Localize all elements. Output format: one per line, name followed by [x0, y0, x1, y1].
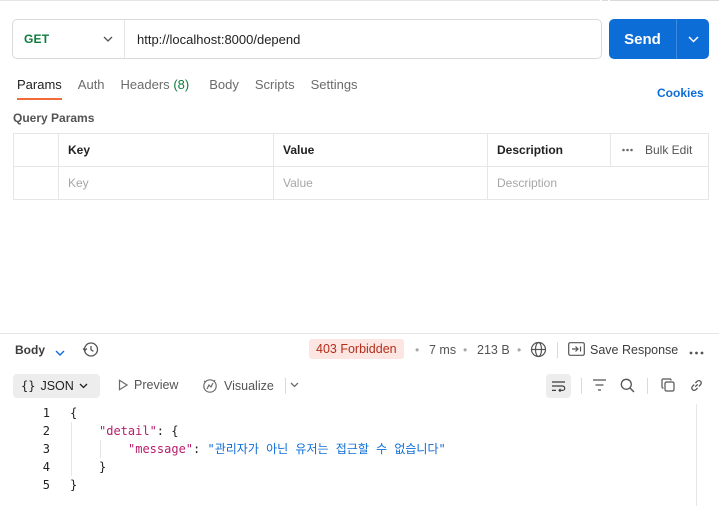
- code-line: 2 "detail": {: [0, 422, 697, 440]
- line-number: 1: [42, 406, 50, 420]
- table-header-description: Description: [487, 133, 611, 167]
- code-text: }: [70, 478, 78, 492]
- response-time[interactable]: 7 ms: [429, 343, 456, 357]
- status-badge[interactable]: 403 Forbidden: [309, 339, 404, 359]
- line-number: 5: [42, 478, 50, 492]
- key-input[interactable]: Key: [58, 166, 274, 200]
- query-params-table: Key Value Description Bulk Edit Key Valu…: [13, 133, 709, 200]
- chevron-down-icon: [102, 33, 114, 45]
- method-label: GET: [24, 32, 50, 46]
- send-button-group: Send: [609, 19, 709, 59]
- format-selector[interactable]: {} JSON: [13, 374, 100, 398]
- separator-dot: •: [415, 343, 420, 357]
- toolbar-separator: [647, 378, 648, 394]
- format-label: JSON: [40, 379, 74, 393]
- json-punct: : {: [156, 424, 179, 438]
- link-icon[interactable]: [689, 378, 704, 396]
- method-selector[interactable]: GET: [13, 20, 125, 58]
- visualize-icon: [203, 379, 217, 393]
- code-line: 3 "message": "관리자가 아닌 유저는 접근할 수 없습니다": [0, 440, 697, 458]
- top-border: [0, 0, 719, 6]
- line-number: 4: [42, 460, 50, 474]
- wrap-lines-icon: [552, 381, 566, 392]
- cookies-link[interactable]: Cookies: [657, 86, 704, 100]
- line-number: 3: [42, 442, 50, 456]
- search-icon[interactable]: [620, 378, 635, 396]
- chevron-down-icon: [79, 383, 88, 389]
- tab-headers-label: Headers: [120, 77, 170, 92]
- more-options-icon[interactable]: [689, 342, 704, 358]
- line-number: 2: [42, 424, 50, 438]
- response-size[interactable]: 213 B: [477, 343, 510, 357]
- separator-dot: •: [517, 343, 522, 357]
- query-params-title: Query Params: [13, 111, 95, 125]
- separator-dot: •: [463, 343, 468, 357]
- table-header-key: Key: [58, 133, 274, 167]
- toolbar-separator: [285, 378, 286, 394]
- preview-label: Preview: [134, 378, 179, 392]
- filter-icon[interactable]: [592, 378, 607, 395]
- history-icon[interactable]: [82, 341, 99, 361]
- code-line: 5 }: [0, 476, 697, 494]
- copy-icon[interactable]: [661, 378, 675, 395]
- table-row: Key Value Description: [13, 166, 709, 200]
- response-code-view[interactable]: 1 { 2 "detail": { 3 "message": "관리자가 아닌 …: [0, 404, 697, 494]
- send-button[interactable]: Send: [609, 19, 676, 59]
- code-scrollbar[interactable]: [696, 404, 697, 506]
- table-header-checkbox-cell: [13, 133, 59, 167]
- code-line: 4 }: [0, 458, 697, 476]
- code-text: "detail": {: [99, 422, 178, 440]
- visualize-button[interactable]: Visualize: [202, 378, 274, 394]
- json-key: "message": [128, 442, 194, 456]
- json-key: "detail": [99, 424, 157, 438]
- headers-count: (8): [173, 77, 190, 92]
- table-header-value: Value: [273, 133, 488, 167]
- bulk-edit-label: Bulk Edit: [645, 143, 693, 157]
- more-horizontal-icon: [622, 148, 633, 152]
- chevron-down-icon[interactable]: [55, 344, 65, 359]
- code-line: 1 {: [0, 404, 697, 422]
- url-bar: GET: [12, 19, 602, 59]
- save-response-icon[interactable]: [568, 342, 585, 359]
- code-text: "message": "관리자가 아닌 유저는 접근할 수 없습니다": [128, 440, 446, 458]
- braces-icon: {}: [21, 379, 36, 393]
- url-input[interactable]: [125, 20, 601, 58]
- tab-params[interactable]: Params: [17, 77, 62, 100]
- code-text: }: [99, 460, 107, 474]
- response-divider: [0, 333, 719, 334]
- play-icon: [118, 379, 128, 391]
- visualize-label: Visualize: [224, 379, 274, 393]
- request-tabs: Params Auth Headers (8) Body Scripts Set…: [17, 77, 374, 100]
- globe-icon[interactable]: [530, 341, 547, 361]
- toolbar-separator: [557, 342, 558, 358]
- json-string: "관리자가 아닌 유저는 접근할 수 없습니다": [207, 442, 446, 456]
- value-input[interactable]: Value: [273, 166, 488, 200]
- table-header-row: Key Value Description Bulk Edit: [13, 133, 709, 167]
- preview-button[interactable]: Preview: [118, 378, 178, 392]
- chevron-down-icon[interactable]: [290, 382, 299, 388]
- toolbar-separator: [581, 378, 582, 394]
- row-checkbox-cell: [13, 166, 59, 200]
- response-body-label[interactable]: Body: [15, 343, 45, 357]
- response-view-bar: {} JSON Preview Visualize: [13, 374, 710, 398]
- tab-scripts[interactable]: Scripts: [255, 77, 295, 100]
- save-response-button[interactable]: Save Response: [590, 343, 678, 357]
- tab-body[interactable]: Body: [209, 77, 239, 100]
- tab-headers[interactable]: Headers (8): [121, 77, 190, 100]
- json-punct: :: [193, 442, 208, 456]
- send-options-button[interactable]: [676, 19, 709, 59]
- chevron-down-icon: [687, 35, 699, 43]
- description-input[interactable]: Description: [487, 166, 709, 200]
- wrap-lines-button[interactable]: [546, 374, 571, 398]
- bulk-edit-button[interactable]: Bulk Edit: [620, 143, 699, 157]
- response-toolbar: Body 403 Forbidden • 7 ms • 213 B • Save…: [15, 339, 710, 361]
- tab-auth[interactable]: Auth: [78, 77, 105, 100]
- tab-settings[interactable]: Settings: [311, 77, 358, 100]
- bulk-edit-cell: Bulk Edit: [610, 133, 709, 167]
- code-text: {: [70, 406, 78, 420]
